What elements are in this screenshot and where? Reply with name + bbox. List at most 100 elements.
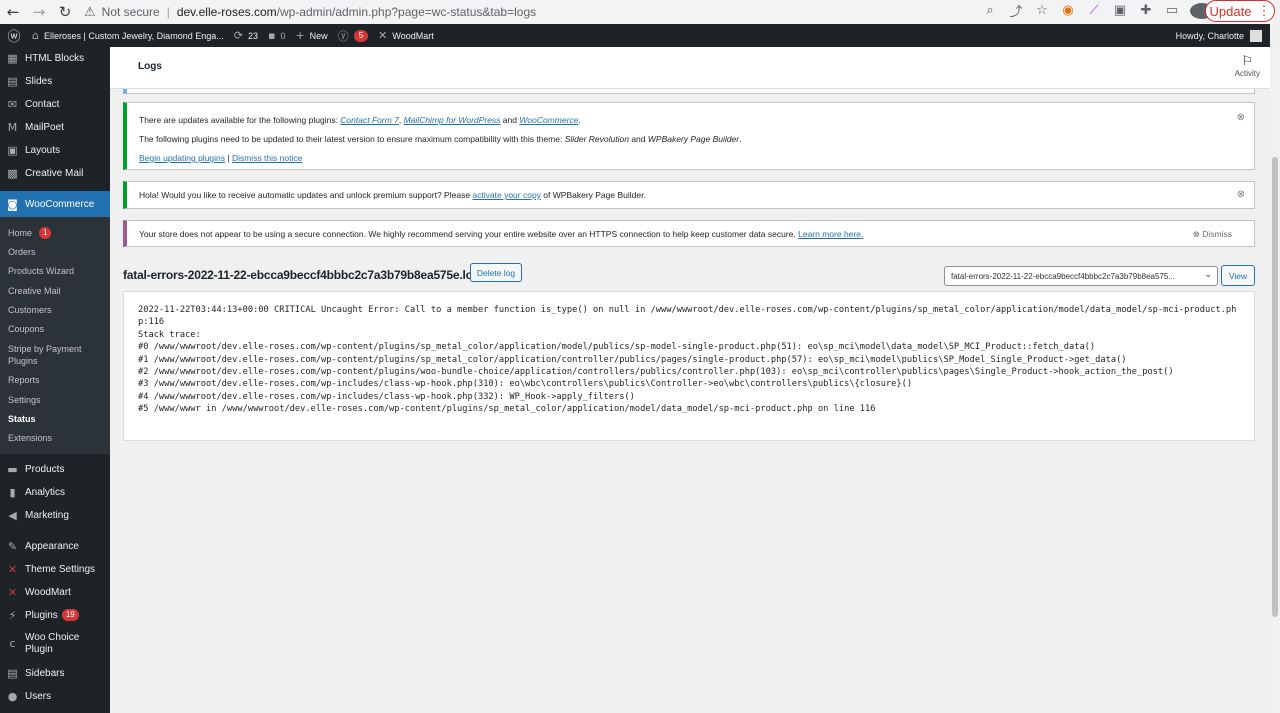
- sidebar-item-label: Layouts: [25, 145, 61, 156]
- submenu-item-extensions[interactable]: Extensions: [0, 429, 110, 448]
- sidebar-item-layouts[interactable]: ▣ Layouts: [0, 139, 110, 162]
- megaphone-icon: ◀: [8, 508, 17, 522]
- layouts-icon: ▣: [7, 144, 18, 157]
- slider-revolution-label: Slider Revolution: [564, 134, 629, 144]
- scrollbar-thumb[interactable]: [1272, 157, 1278, 617]
- extension-image-icon[interactable]: ▣: [1108, 3, 1132, 18]
- new-content-link[interactable]: + New: [295, 29, 327, 42]
- submenu-item-status[interactable]: Status: [0, 409, 110, 428]
- browser-update-button[interactable]: Update ⋮: [1205, 0, 1275, 22]
- page-scrollbar[interactable]: [1270, 47, 1280, 713]
- notice-text: |: [225, 153, 232, 163]
- mailchimp-link[interactable]: MailChimp for WordPress: [404, 115, 501, 125]
- notice-line-2: The following plugins need to be updated…: [139, 134, 1242, 144]
- submenu-item-customers[interactable]: Customers: [0, 300, 110, 319]
- share-icon[interactable]: ⤴: [1004, 1, 1028, 20]
- submenu-item-stripe[interactable]: Stripe by Payment Plugins: [0, 339, 110, 371]
- sidebar-item-label: MailPoet: [25, 122, 64, 133]
- sidebar-item-analytics[interactable]: ▮ Analytics: [0, 481, 110, 504]
- dismiss-label: Dismiss: [1202, 229, 1232, 239]
- submenu-item-home[interactable]: Home 1: [0, 223, 110, 242]
- products-icon: ▬: [7, 462, 18, 476]
- submenu-item-coupons[interactable]: Coupons: [0, 319, 110, 338]
- sidebar-item-users[interactable]: ● Users: [0, 685, 110, 708]
- sidebar-item-html-blocks[interactable]: ▦ HTML Blocks: [0, 47, 110, 70]
- sidebar-item-marketing[interactable]: ◀ Marketing: [0, 504, 110, 527]
- contact-form-link[interactable]: Contact Form 7: [340, 115, 399, 125]
- submenu-label: Home: [8, 227, 33, 238]
- reload-icon[interactable]: ↻: [52, 3, 78, 21]
- back-arrow-icon[interactable]: ←: [0, 3, 26, 21]
- learn-more-link[interactable]: Learn more here.: [798, 229, 863, 239]
- woocommerce-icon: ◙: [7, 197, 18, 211]
- submenu-item-orders[interactable]: Orders: [0, 242, 110, 261]
- sidebar-item-appearance[interactable]: ✎ Appearance: [0, 535, 110, 558]
- bookmark-star-icon[interactable]: ☆: [1030, 3, 1054, 18]
- sidebar-item-woodmart[interactable]: ✕ WoodMart: [0, 581, 110, 604]
- activity-button[interactable]: ⚐ Activity: [1235, 55, 1260, 79]
- comments-link[interactable]: ▪ 0: [268, 29, 285, 42]
- extensions-puzzle-icon[interactable]: ✚: [1134, 3, 1158, 18]
- view-log-button[interactable]: View: [1221, 265, 1255, 286]
- log-select-value: fatal-errors-2022-11-22-ebcca9beccf4bbbc…: [951, 271, 1176, 281]
- delete-log-button[interactable]: Delete log: [470, 263, 522, 282]
- woodmart-icon: ✕: [7, 585, 18, 599]
- sidebar-item-label: Woo Choice Plugin: [25, 632, 80, 656]
- extension-pen-icon[interactable]: ⟋: [1082, 3, 1106, 18]
- forward-arrow-icon[interactable]: →: [26, 3, 52, 21]
- sidebar-item-woocommerce[interactable]: ◙ WooCommerce: [0, 191, 110, 217]
- begin-updating-link[interactable]: Begin updating plugins: [139, 153, 225, 163]
- dismiss-circle-icon[interactable]: ⊗: [1237, 112, 1245, 123]
- url-separator: |: [166, 5, 170, 19]
- zoom-icon[interactable]: ⌕: [978, 3, 1002, 18]
- site-name-label: Elleroses | Custom Jewelry, Diamond Enga…: [43, 30, 224, 41]
- woo-choice-icon: c: [9, 637, 16, 651]
- sidepanel-icon[interactable]: ▭: [1160, 3, 1184, 18]
- address-bar[interactable]: ⚠ Not secure | dev.elle-roses.com/wp-adm…: [84, 1, 974, 23]
- notice-text: Your store does not appear to be using a…: [139, 229, 799, 239]
- sidebar-item-mailpoet[interactable]: M MailPoet: [0, 116, 110, 139]
- submenu-item-products-wizard[interactable]: Products Wizard: [0, 262, 110, 281]
- woocommerce-link[interactable]: WooCommerce: [519, 115, 578, 125]
- sidebar-item-theme-settings[interactable]: ✕ Theme Settings: [0, 558, 110, 581]
- sidebar-item-sidebars[interactable]: ▤ Sidebars: [0, 662, 110, 685]
- wordpress-logo-icon[interactable]: ⓦ: [4, 26, 24, 45]
- yoast-link[interactable]: ⓨ 5: [338, 28, 369, 44]
- updates-count: 23: [247, 30, 258, 41]
- paintbrush-icon: ✎: [7, 539, 18, 553]
- howdy-label: Howdy, Charlotte: [1175, 30, 1244, 41]
- sidebar-item-label: Creative Mail: [25, 168, 84, 179]
- https-dismiss-button[interactable]: ⊗ Dismiss: [1193, 229, 1232, 240]
- dismiss-circle-icon[interactable]: ⊗: [1237, 189, 1245, 200]
- submenu-item-creative-mail[interactable]: Creative Mail: [0, 281, 110, 300]
- sidebar-item-label: Contact: [25, 99, 60, 110]
- update-label: Update: [1209, 3, 1252, 19]
- notice-text: .: [739, 134, 742, 144]
- plus-icon: +: [295, 29, 305, 42]
- creative-mail-icon: ▩: [7, 167, 18, 180]
- updates-link[interactable]: ⟳ 23: [234, 29, 258, 42]
- log-file-select[interactable]: fatal-errors-2022-11-22-ebcca9beccf4bbbc…: [944, 266, 1218, 286]
- home-icon: ⌂: [32, 29, 39, 42]
- security-label: Not secure: [101, 5, 160, 19]
- sidebar-item-products[interactable]: ▬ Products: [0, 458, 110, 481]
- sidebar-item-label: Products: [25, 463, 65, 475]
- sidebar-item-woo-choice[interactable]: c Woo Choice Plugin: [0, 627, 110, 662]
- url-host: dev.elle-roses.com: [176, 5, 277, 19]
- my-account-link[interactable]: Howdy, Charlotte: [1176, 24, 1262, 47]
- submenu-item-reports[interactable]: Reports: [0, 371, 110, 390]
- activate-copy-link[interactable]: activate your copy: [472, 190, 541, 200]
- sidebar-item-contact[interactable]: ✉ Contact: [0, 93, 110, 116]
- wp-admin-bar: ⓦ ⌂ Elleroses | Custom Jewelry, Diamond E…: [0, 24, 1270, 47]
- sidebar-item-label: Sidebars: [25, 667, 65, 679]
- sidebar-item-creative-mail[interactable]: ▩ Creative Mail: [0, 162, 110, 185]
- woodmart-link[interactable]: ✕ WoodMart: [378, 29, 434, 42]
- notice-text: and: [500, 115, 520, 125]
- site-name-link[interactable]: ⌂ Elleroses | Custom Jewelry, Diamond Eng…: [32, 29, 224, 42]
- sidebar-item-slides[interactable]: ▤ Slides: [0, 70, 110, 93]
- dismiss-notice-link[interactable]: Dismiss this notice: [232, 153, 302, 163]
- submenu-item-settings[interactable]: Settings: [0, 390, 110, 409]
- extension-color-icon[interactable]: ◉: [1056, 3, 1080, 18]
- sidebar-item-plugins[interactable]: ⚡ Plugins 19: [0, 604, 110, 627]
